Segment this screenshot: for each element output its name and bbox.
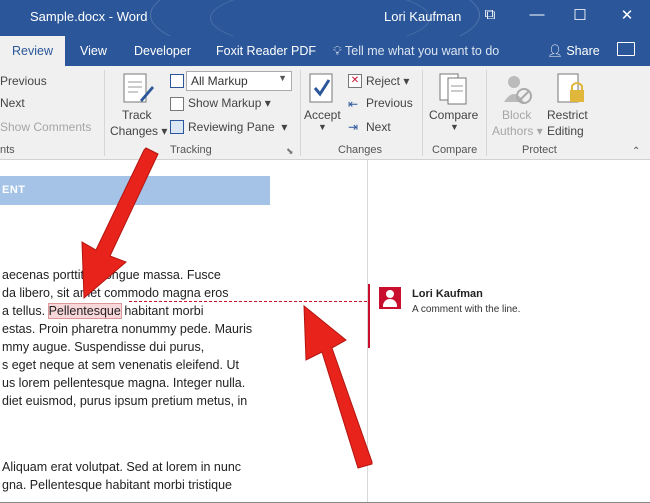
next-change-button[interactable]: Next	[366, 120, 391, 134]
reviewing-pane-icon	[170, 120, 184, 134]
close-icon[interactable]: ✕	[616, 6, 638, 24]
doc-line: s eget neque at sem venenatis eleifend. …	[2, 358, 239, 372]
collapse-ribbon-icon[interactable]: ⌃	[632, 146, 640, 157]
track-changes-icon	[123, 73, 154, 103]
reviewing-pane-button[interactable]: Reviewing Pane ▾	[188, 120, 287, 134]
group-divider	[300, 70, 301, 156]
doc-text: a tellus.	[2, 304, 49, 318]
reviewing-pane-label: Reviewing Pane	[188, 120, 275, 134]
compare-icon	[439, 73, 467, 105]
block-authors-label-2: Authors	[492, 124, 534, 138]
show-markup-label: Show Markup	[188, 96, 262, 110]
heading-text: ENT	[2, 184, 26, 196]
track-changes-label-1[interactable]: Track	[122, 108, 152, 122]
doc-line: aecenas porttitor congue massa. Fusce	[2, 268, 221, 282]
chevron-down-icon[interactable]: ▼	[318, 122, 327, 132]
ribbon: Previous Next Show Comments nts Track Ch…	[0, 66, 650, 160]
compare-group-label: Compare	[432, 144, 478, 156]
tracking-group-label: Tracking	[170, 144, 212, 156]
comments-icon[interactable]	[617, 42, 635, 56]
next-comment-button[interactable]: Next	[0, 96, 25, 110]
reject-button[interactable]: Reject ▾	[366, 74, 409, 88]
reject-icon: ✕	[348, 74, 362, 88]
heading-band: ENT	[0, 176, 270, 205]
person-icon: 👤︎	[547, 44, 567, 58]
doc-line: da libero, sit amet commodo magna eros	[2, 286, 229, 300]
block-authors-label-1[interactable]: Block	[502, 108, 531, 122]
tab-foxit-reader-pdf[interactable]: Foxit Reader PDF	[216, 44, 316, 58]
user-name[interactable]: Lori Kaufman	[384, 9, 461, 24]
doc-line: gna. Pellentesque habitant morbi tristiq…	[2, 478, 233, 492]
restrict-editing-label-2[interactable]: Editing	[547, 124, 584, 138]
group-divider	[104, 70, 105, 156]
accept-button[interactable]: Accept	[304, 108, 341, 122]
track-changes-button[interactable]: Changes ▾	[110, 124, 167, 138]
block-authors-icon	[504, 76, 532, 104]
lightbulb-icon: 💡︎	[333, 44, 345, 58]
doc-text: habitant morbi	[120, 304, 204, 318]
track-changes-label-2: Changes	[110, 124, 159, 138]
comment-connector-line	[129, 301, 367, 302]
commented-word[interactable]: Pellentesque	[47, 303, 122, 319]
tell-me-search[interactable]: 💡︎ Tell me what you want to do	[333, 44, 499, 59]
show-comments-button[interactable]: Show Comments	[0, 120, 91, 134]
doc-line-commented: a tellus. Pellentesque habitant morbi	[2, 302, 204, 320]
previous-change-icon: ⇤	[348, 97, 359, 111]
markup-dropdown-value: All Markup	[191, 74, 248, 88]
ribbon-tabs: Review View Developer Foxit Reader PDF 💡…	[0, 36, 650, 66]
previous-comment-button[interactable]: Previous	[0, 74, 47, 88]
tab-review[interactable]: Review	[0, 36, 65, 66]
comment-indicator	[368, 284, 370, 348]
group-divider	[422, 70, 423, 156]
previous-change-button[interactable]: Previous	[366, 96, 413, 110]
share-button[interactable]: 👤︎ Share	[547, 44, 600, 59]
tell-me-label: Tell me what you want to do	[345, 44, 500, 58]
share-label: Share	[566, 44, 600, 58]
doc-line: us lorem pellentesque magna. Integer nul…	[2, 376, 246, 390]
restrict-editing-icon	[557, 73, 584, 103]
chevron-down-icon[interactable]: ▼	[450, 122, 459, 132]
comments-group-label: nts	[0, 144, 15, 156]
doc-line: mmy augue. Suspendisse dui purus,	[2, 340, 205, 354]
doc-line: estas. Proin pharetra nonummy pede. Maur…	[2, 322, 253, 336]
changes-group-label: Changes	[338, 144, 383, 156]
markup-icon	[170, 74, 184, 88]
markup-dropdown[interactable]: All Markup ▼	[186, 71, 292, 91]
compare-button[interactable]: Compare	[429, 108, 478, 122]
chevron-down-icon: ▼	[278, 73, 287, 83]
accept-icon	[309, 73, 333, 103]
minimize-icon[interactable]: —	[526, 6, 548, 23]
next-change-icon: ⇥	[348, 120, 359, 134]
reject-label: Reject	[366, 74, 401, 88]
doc-line: Aliquam erat volutpat. Sed at lorem in n…	[2, 460, 242, 474]
dialog-launcher-icon[interactable]: ⬊	[286, 146, 294, 157]
avatar-icon	[379, 287, 401, 309]
group-divider	[486, 70, 487, 156]
ribbon-display-options-icon[interactable]: ⧉	[479, 6, 501, 23]
doc-line: diet euismod, purus ipsum pretium metus,…	[2, 394, 248, 408]
show-markup-button[interactable]: Show Markup ▾	[188, 96, 271, 110]
markup-area: Lori Kaufman A comment with the line.	[367, 160, 650, 503]
restrict-editing-label-1[interactable]: Restrict	[547, 108, 588, 122]
tab-view[interactable]: View	[80, 44, 107, 58]
show-markup-icon	[170, 97, 184, 111]
maximize-icon[interactable]: ☐	[569, 6, 591, 24]
protect-group-label: Protect	[522, 144, 557, 156]
block-authors-button[interactable]: Authors ▾	[492, 124, 543, 138]
comment-author: Lori Kaufman	[412, 288, 483, 300]
document-page[interactable]: ENT aecenas porttitor congue massa. Fusc…	[0, 160, 367, 503]
title-bar: Sample.docx - Word Lori Kaufman ⧉ — ☐ ✕	[0, 0, 650, 36]
window-title: Sample.docx - Word	[30, 9, 148, 24]
tab-developer[interactable]: Developer	[134, 44, 191, 58]
comment-text[interactable]: A comment with the line.	[412, 304, 520, 315]
